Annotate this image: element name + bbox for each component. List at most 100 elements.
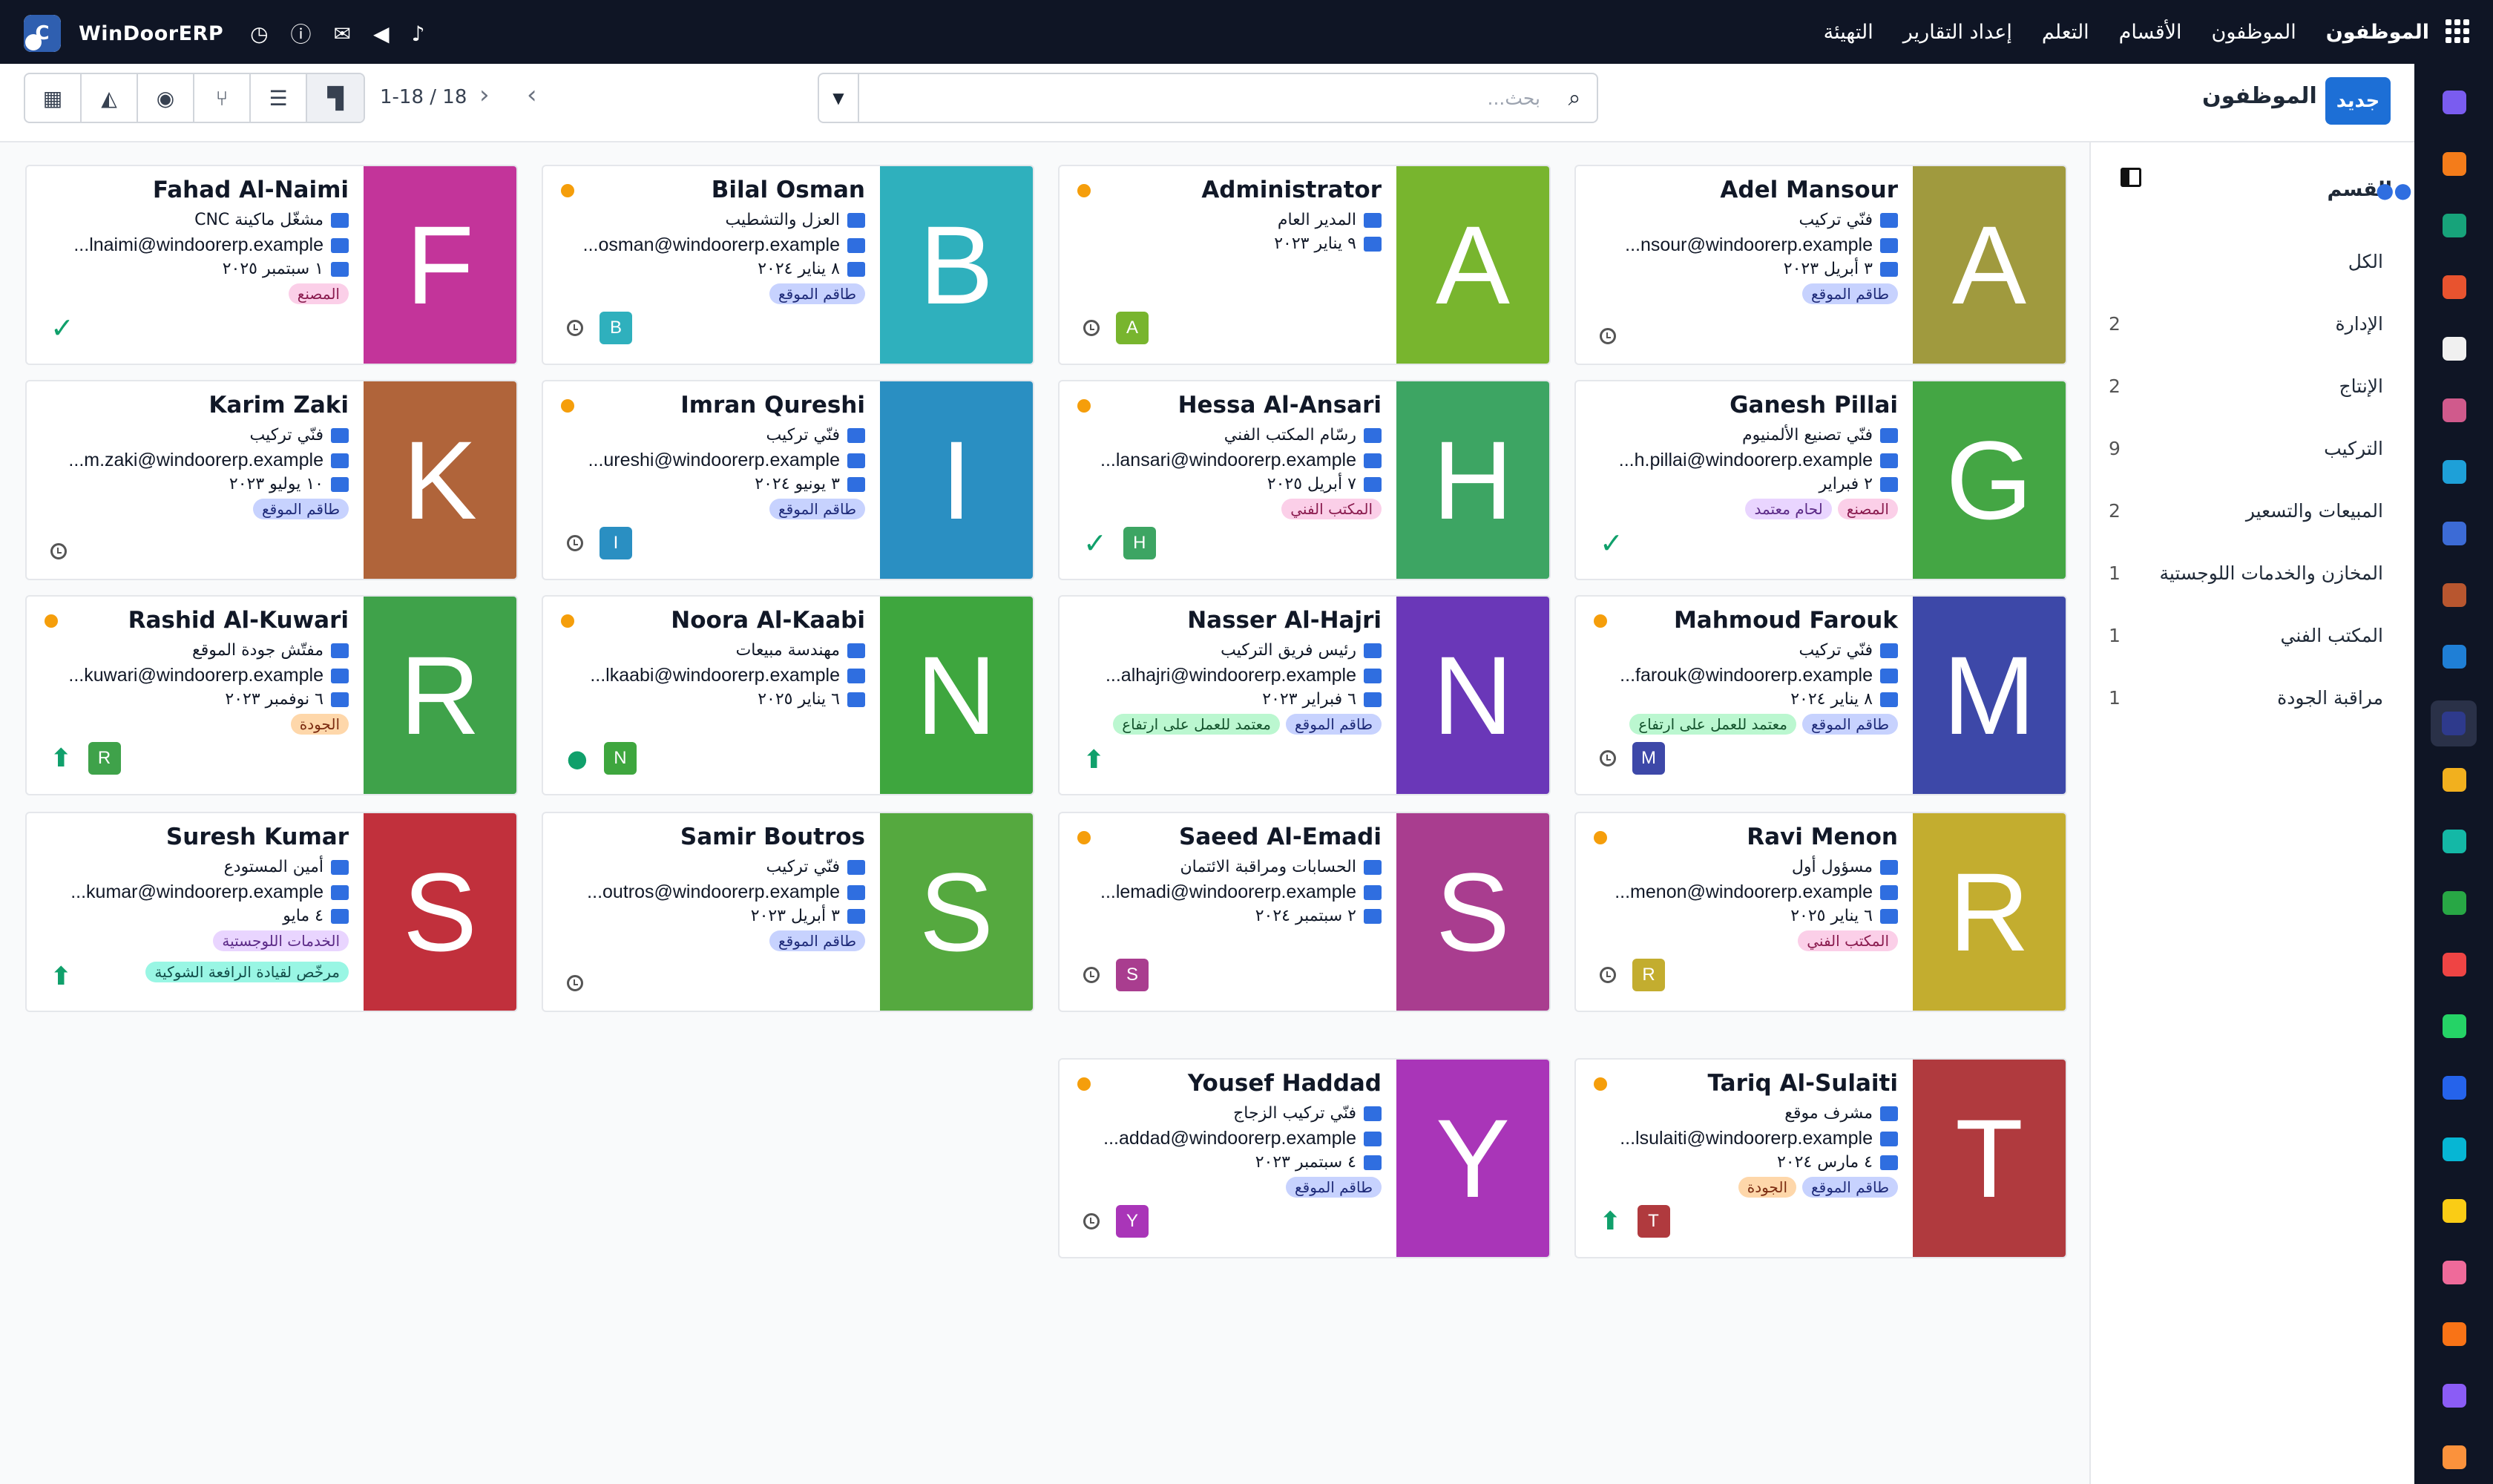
megaphone-icon[interactable]: ◀ — [373, 22, 390, 46]
app-icon[interactable] — [2437, 577, 2472, 613]
employee-card[interactable]: R Rashid Al-Kuwari مفتّش جودة الموقع ...kuw… — [25, 595, 518, 795]
employee-card[interactable]: I Imran Qureshi فنّي تركيب ...ureshi@windoo… — [542, 380, 1034, 580]
employee-card[interactable]: F Fahad Al-Naimi مشغّل ماكينة CNC ...lnaimi… — [25, 165, 518, 365]
employee-card[interactable]: S Samir Boutros فنّي تركيب ...outros@windoo… — [542, 812, 1034, 1012]
activity-clock-icon[interactable] — [567, 975, 583, 991]
employee-avatar[interactable]: S — [364, 813, 516, 1011]
employee-avatar[interactable]: R — [1913, 813, 2066, 1011]
employee-avatar[interactable]: I — [880, 381, 1033, 579]
company-name[interactable]: WinDoorERP — [79, 22, 223, 45]
app-icon[interactable] — [2437, 1008, 2472, 1044]
search-options-toggle[interactable]: ▼ — [819, 74, 859, 122]
kanban-icon[interactable]: ▜ — [307, 74, 364, 122]
activity-clock-icon[interactable] — [1600, 750, 1616, 766]
activity-clock-icon[interactable] — [1600, 967, 1616, 983]
pager-previous-icon[interactable]: ‹ — [527, 80, 537, 110]
user-mini-avatar[interactable]: N — [603, 742, 637, 775]
employee-card[interactable]: B Bilal Osman العزل والتشطيب ...osman@windo… — [542, 165, 1034, 365]
menu-departments[interactable]: الأقسام — [2119, 21, 2182, 44]
app-icon[interactable] — [2437, 824, 2472, 859]
user-mini-avatar[interactable]: Y — [1116, 1205, 1149, 1238]
app-icon[interactable] — [2437, 1316, 2472, 1352]
app-icon[interactable] — [2437, 208, 2472, 243]
user-mini-avatar[interactable]: T — [1637, 1205, 1670, 1238]
employee-card[interactable]: G Ganesh Pillai فنّي تصنيع الألمنيوم ...h.p… — [1574, 380, 2067, 580]
sidebar-item[interactable]: الكل — [2109, 239, 2383, 283]
app-icon[interactable] — [2437, 146, 2472, 182]
menu-app-employees[interactable]: الموظفون — [2326, 21, 2429, 44]
employee-card[interactable]: A Adel Mansour فنّي تركيب ...nsour@windoore… — [1574, 165, 2067, 365]
employee-card[interactable]: A Administrator المدير العام ٩ يناير ٢٠٢٣ A — [1058, 165, 1551, 365]
bell-icon[interactable]: ♪ — [412, 22, 425, 46]
menu-learning[interactable]: التعلم — [2042, 21, 2089, 44]
activity-icon[interactable]: ◉ — [138, 74, 194, 122]
app-icon[interactable] — [2437, 1439, 2472, 1475]
employee-avatar[interactable]: H — [1396, 381, 1549, 579]
employee-card[interactable]: S Suresh Kumar أمين المستودع ...kumar@windo… — [25, 812, 518, 1012]
user-mini-avatar[interactable]: R — [88, 742, 121, 775]
app-icon[interactable] — [2437, 1132, 2472, 1167]
pager-next-icon[interactable]: › — [479, 80, 490, 110]
user-mini-avatar[interactable]: B — [600, 312, 632, 344]
activity-clock-icon[interactable] — [1083, 320, 1100, 336]
activity-clock-icon[interactable] — [1083, 967, 1100, 983]
app-icon[interactable] — [2437, 762, 2472, 798]
pager-value[interactable]: 1-18 / 18 — [380, 86, 467, 108]
employee-card[interactable]: R Ravi Menon مسؤول أول ...menon@windoorerp.… — [1574, 812, 2067, 1012]
search-icon[interactable]: ⌕ — [1552, 85, 1597, 111]
app-icon[interactable] — [2437, 516, 2472, 551]
upload-icon[interactable]: ⬆ — [50, 743, 72, 773]
app-icon[interactable] — [2437, 1255, 2472, 1290]
activity-clock-icon[interactable] — [567, 320, 583, 336]
graph-icon[interactable]: ◭ — [82, 74, 138, 122]
employee-avatar[interactable]: B — [880, 166, 1033, 364]
activity-clock-icon[interactable] — [567, 535, 583, 551]
company-logo[interactable]: C — [24, 15, 61, 52]
app-icon[interactable] — [2431, 700, 2477, 746]
employee-avatar[interactable]: M — [1913, 597, 2066, 794]
employee-card[interactable]: S Saeed Al-Emadi الحسابات ومراقبة الائتمان… — [1058, 812, 1551, 1012]
employee-card[interactable]: T Tariq Al-Sulaiti مشرف موقع ...lsulaiti@wi… — [1574, 1058, 2067, 1258]
clock-icon[interactable]: ◷ — [250, 22, 268, 46]
app-icon[interactable] — [2437, 331, 2472, 367]
menu-reporting[interactable]: إعداد التقارير — [1903, 21, 2012, 44]
search-input[interactable]: بحث... — [859, 88, 1552, 109]
app-icon[interactable] — [2437, 885, 2472, 921]
app-icon[interactable] — [2437, 947, 2472, 982]
sidebar-item[interactable]: 1 مراقبة الجودة — [2109, 675, 2383, 720]
sidebar-item[interactable]: 1 المكتب الفني — [2109, 613, 2383, 657]
help-icon[interactable]: ⓘ — [291, 19, 312, 48]
list-icon[interactable]: ☰ — [251, 74, 307, 122]
app-icon[interactable] — [2437, 393, 2472, 428]
sidebar-toggle-icon[interactable] — [2121, 168, 2141, 187]
employee-avatar[interactable]: Y — [1396, 1060, 1549, 1257]
employee-avatar[interactable]: R — [364, 597, 516, 794]
brand[interactable]: C WinDoorERP ◷ ⓘ ✉ ◀ ♪ — [24, 15, 424, 52]
employee-card[interactable]: M Mahmoud Farouk فنّي تركيب ...farouk@windo… — [1574, 595, 2067, 795]
sidebar-item[interactable]: 2 الإدارة — [2109, 301, 2383, 346]
employee-avatar[interactable]: S — [1396, 813, 1549, 1011]
activity-clock-icon[interactable] — [1600, 328, 1616, 344]
employee-card[interactable]: Y Yousef Haddad فنّي تركيب الزجاج ...addad@… — [1058, 1058, 1551, 1258]
employee-avatar[interactable]: A — [1396, 166, 1549, 364]
hierarchy-icon[interactable]: ⑂ — [194, 74, 251, 122]
user-mini-avatar[interactable]: R — [1632, 959, 1665, 991]
new-button[interactable]: جديد — [2325, 77, 2391, 125]
activity-clock-icon[interactable] — [1083, 1213, 1100, 1229]
app-icon[interactable] — [2437, 269, 2472, 305]
user-mini-avatar[interactable]: S — [1116, 959, 1149, 991]
app-icon[interactable] — [2437, 85, 2472, 120]
employee-avatar[interactable]: N — [880, 597, 1033, 794]
menu-configuration[interactable]: التهيئة — [1824, 21, 1873, 44]
upload-icon[interactable]: ⬆ — [1083, 745, 1105, 775]
employee-avatar[interactable]: N — [1396, 597, 1549, 794]
upload-icon[interactable]: ⬆ — [1600, 1206, 1621, 1236]
activity-clock-icon[interactable] — [50, 543, 67, 559]
menu-employees[interactable]: الموظفون — [2212, 21, 2296, 44]
user-mini-avatar[interactable]: M — [1632, 742, 1665, 775]
app-icon[interactable] — [2437, 454, 2472, 490]
user-mini-avatar[interactable]: A — [1116, 312, 1149, 344]
employee-card[interactable]: H Hessa Al-Ansari رسّام المكتب الفني ...lan… — [1058, 380, 1551, 580]
sidebar-item[interactable]: 2 الإنتاج — [2109, 364, 2383, 408]
user-mini-avatar[interactable]: H — [1123, 527, 1156, 559]
